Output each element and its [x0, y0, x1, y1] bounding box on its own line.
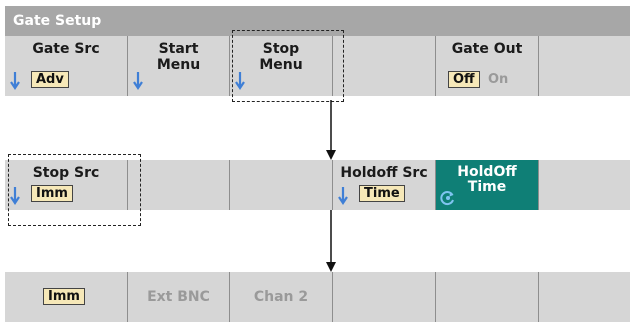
- connector-arrows: [326, 100, 336, 272]
- connector-stop-src-to-options: [326, 210, 336, 272]
- connector-stop-menu-to-stop-src: [326, 100, 336, 160]
